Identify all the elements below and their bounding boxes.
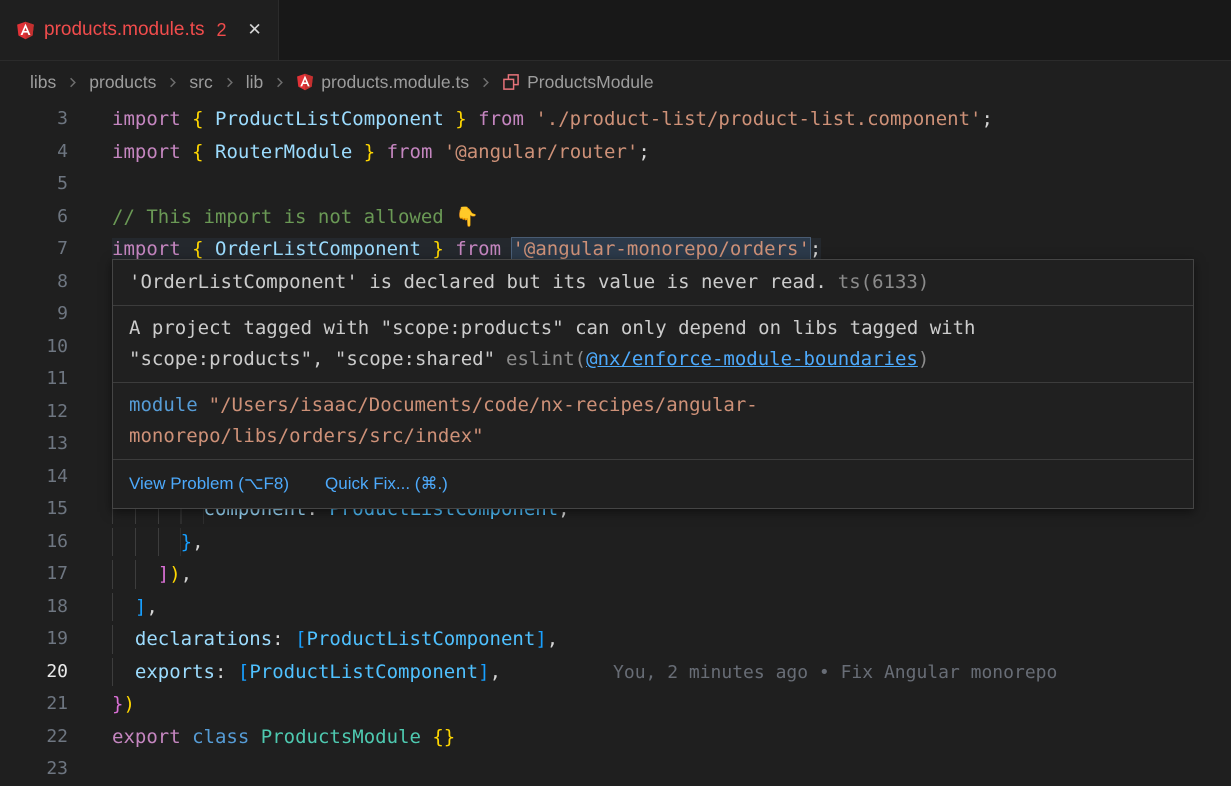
diagnostic-ts-source: ts(6133) <box>838 271 930 293</box>
line-number: 15 <box>0 493 68 526</box>
hover-popup: 'OrderListComponent' is declared but its… <box>112 259 1194 509</box>
diagnostic-ts: 'OrderListComponent' is declared but its… <box>113 260 1193 306</box>
code-line-18[interactable]: ], <box>112 591 1231 624</box>
breadcrumb-item-libs[interactable]: libs <box>30 72 56 93</box>
line-number: 6 <box>0 201 68 234</box>
module-path: "/Users/isaac/Documents/code/nx-recipes/… <box>129 394 758 447</box>
breadcrumb-item-productsmodule[interactable]: ProductsModule <box>502 72 653 93</box>
eslint-rule-link[interactable]: @nx/enforce-module-boundaries <box>586 348 918 370</box>
code-text: import { ProductListComponent } from './… <box>112 108 993 130</box>
line-number: 12 <box>0 396 68 429</box>
tab-products-module[interactable]: products.module.ts 2 ✕ <box>0 0 279 60</box>
line-number: 4 <box>0 136 68 169</box>
module-keyword: module <box>129 394 198 416</box>
code-text: declarations: [ProductListComponent], <box>112 628 558 650</box>
breadcrumb-item-products[interactable]: products <box>89 72 156 93</box>
line-number: 23 <box>0 753 68 786</box>
code-text: export class ProductsModule {} <box>112 726 455 748</box>
code-line-23[interactable] <box>112 753 1231 786</box>
diagnostic-eslint: A project tagged with "scope:products" c… <box>113 306 1193 383</box>
line-number: 14 <box>0 461 68 494</box>
line-number: 10 <box>0 331 68 364</box>
chevron-right-icon <box>65 75 80 90</box>
line-number: 3 <box>0 103 68 136</box>
class-symbol-icon <box>502 73 520 91</box>
tab-problems-badge: 2 <box>217 20 227 41</box>
line-number: 20 <box>0 656 68 689</box>
line-number: 19 <box>0 623 68 656</box>
angular-icon <box>296 73 314 91</box>
breadcrumb-label: src <box>189 72 212 93</box>
line-number: 21 <box>0 688 68 721</box>
git-blame-annotation: You, 2 minutes ago • Fix Angular monorep… <box>613 662 1057 683</box>
indent-guide <box>112 625 135 654</box>
close-icon[interactable]: ✕ <box>248 20 262 40</box>
tab-title: products.module.ts <box>44 19 205 41</box>
gutter: 34567891011121314151617181920212223 <box>0 103 68 786</box>
code-line-16[interactable]: }, <box>112 526 1231 559</box>
line-number: 16 <box>0 526 68 559</box>
diagnostic-eslint-source-prefix: eslint( <box>506 348 586 370</box>
breadcrumb-label: products.module.ts <box>321 72 469 93</box>
chevron-right-icon <box>478 75 493 90</box>
angular-icon <box>16 21 35 40</box>
breadcrumb: libs products src lib products.module.ts Prod… <box>0 61 1231 103</box>
indent-guide <box>112 560 158 589</box>
chevron-right-icon <box>165 75 180 90</box>
code-text: // This import is not allowed 👇 <box>112 206 479 228</box>
module-info: module"/Users/isaac/Documents/code/nx-re… <box>113 383 1193 460</box>
line-number: 11 <box>0 363 68 396</box>
code-line-20[interactable]: exports: [ProductListComponent], You, 2 m… <box>112 656 1231 689</box>
line-number: 9 <box>0 298 68 331</box>
line-number: 8 <box>0 266 68 299</box>
code-line-3[interactable]: import { ProductListComponent } from './… <box>112 103 1231 136</box>
diagnostic-ts-message: 'OrderListComponent' is declared but its… <box>129 271 827 293</box>
indent-guide <box>112 593 135 622</box>
code-text: exports: [ProductListComponent], <box>112 661 501 683</box>
indent-guide <box>112 658 135 687</box>
indent-guide <box>112 528 181 557</box>
code-text: import { RouterModule } from '@angular/r… <box>112 141 650 163</box>
line-number: 5 <box>0 168 68 201</box>
chevron-right-icon <box>272 75 287 90</box>
code-line-6[interactable]: // This import is not allowed 👇 <box>112 201 1231 234</box>
code-line-22[interactable]: export class ProductsModule {} <box>112 721 1231 754</box>
code-line-5[interactable] <box>112 168 1231 201</box>
code-line-4[interactable]: import { RouterModule } from '@angular/r… <box>112 136 1231 169</box>
quick-fix-link[interactable]: Quick Fix... (⌘.) <box>325 468 448 499</box>
breadcrumb-item-products-module-ts[interactable]: products.module.ts <box>296 72 469 93</box>
code-line-21[interactable]: }) <box>112 688 1231 721</box>
code-line-17[interactable]: ]), <box>112 558 1231 591</box>
code-line-19[interactable]: declarations: [ProductListComponent], <box>112 623 1231 656</box>
diagnostic-eslint-source-suffix: ) <box>918 348 929 370</box>
line-number: 13 <box>0 428 68 461</box>
view-problem-link[interactable]: View Problem (⌥F8) <box>129 468 289 499</box>
line-number: 18 <box>0 591 68 624</box>
breadcrumb-item-src[interactable]: src <box>189 72 212 93</box>
breadcrumb-label: ProductsModule <box>527 72 653 93</box>
chevron-right-icon <box>222 75 237 90</box>
hover-actions: View Problem (⌥F8) Quick Fix... (⌘.) <box>113 460 1193 508</box>
tab-bar: products.module.ts 2 ✕ <box>0 0 1231 61</box>
line-number: 7 <box>0 233 68 266</box>
line-number: 22 <box>0 721 68 754</box>
breadcrumb-item-lib[interactable]: lib <box>246 72 264 93</box>
line-number: 17 <box>0 558 68 591</box>
error-statement: import { OrderListComponent } from '@ang… <box>112 238 821 260</box>
breadcrumb-label: products <box>89 72 156 93</box>
code-text: }) <box>112 693 135 715</box>
breadcrumb-label: libs <box>30 72 56 93</box>
breadcrumb-label: lib <box>246 72 264 93</box>
